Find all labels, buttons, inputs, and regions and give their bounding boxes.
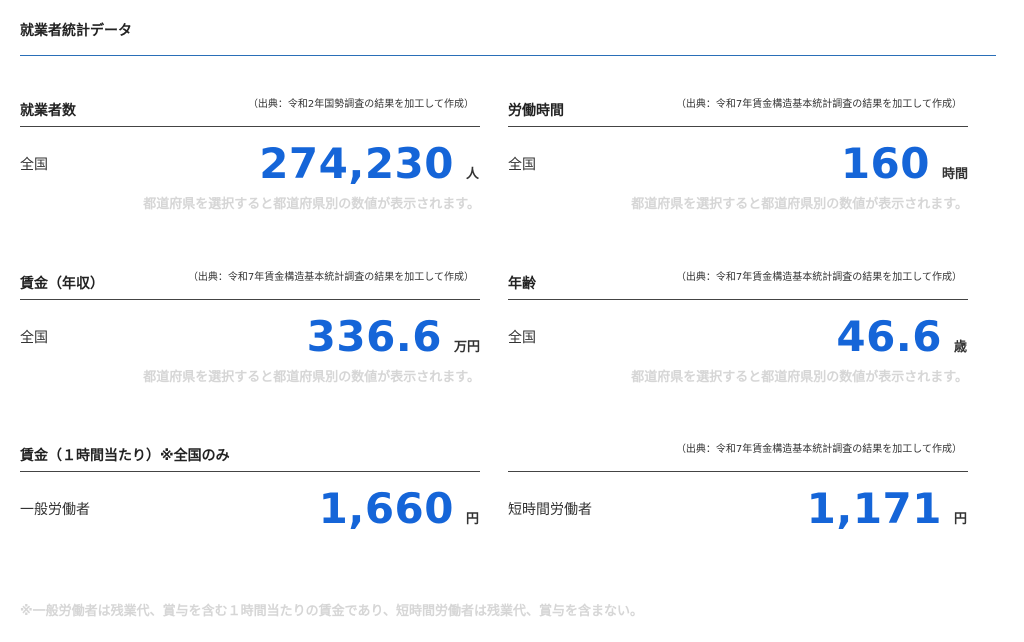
card-source: （出典：令和7年賃金構造基本統計調査の結果を加工して作成）: [675, 272, 962, 283]
card-header: 賃金（１時間当たり）※全国のみ: [20, 443, 480, 471]
card-header: 労働時間 （出典：令和7年賃金構造基本統計調査の結果を加工して作成）: [508, 98, 968, 126]
stat-unit: 円: [466, 512, 480, 527]
card-source: （出典：令和7年賃金構造基本統計調査の結果を加工して作成）: [675, 444, 962, 455]
card-title: 労働時間: [508, 103, 564, 119]
stat-value: 46.6: [836, 312, 942, 361]
stat-row: 一般労働者 1,660 円: [20, 472, 480, 546]
card-header: 年齢 （出典：令和7年賃金構造基本統計調査の結果を加工して作成）: [508, 271, 968, 299]
stat-row: 短時間労働者 1,171 円: [508, 472, 968, 546]
card-source: （出典：令和7年賃金構造基本統計調査の結果を加工して作成）: [675, 99, 962, 110]
card-source: （出典：令和7年賃金構造基本統計調査の結果を加工して作成）: [187, 272, 474, 283]
card-title: 賃金（１時間当たり）※全国のみ: [20, 448, 230, 464]
stat-value: 336.6: [306, 312, 442, 361]
card-age: 年齢 （出典：令和7年賃金構造基本統計調査の結果を加工して作成） 全国 46.6…: [508, 271, 968, 385]
footnote: ※一般労働者は残業代、賞与を含む１時間当たりの賃金であり、短時間労働者は残業代、…: [20, 604, 643, 619]
stat-value-group: 336.6 万円: [307, 316, 480, 358]
stat-unit: 人: [466, 167, 480, 182]
stat-value: 274,230: [259, 139, 454, 188]
stat-label: 全国: [20, 330, 48, 346]
stat-row: 全国 46.6 歳: [508, 300, 968, 374]
stat-unit: 時間: [941, 167, 968, 182]
stat-value: 1,660: [318, 484, 454, 533]
card-source: （出典：令和2年国勢調査の結果を加工して作成）: [247, 99, 474, 110]
stat-label: 全国: [508, 157, 536, 173]
card-title: 就業者数: [20, 103, 76, 119]
stat-value-group: 1,660 円: [319, 488, 480, 530]
section-title: 就業者統計データ: [20, 23, 132, 39]
card-employed-persons: 就業者数 （出典：令和2年国勢調査の結果を加工して作成） 全国 274,230 …: [20, 98, 480, 212]
card-title: 賃金（年収）: [20, 276, 104, 292]
card-header: 賃金（年収） （出典：令和7年賃金構造基本統計調査の結果を加工して作成）: [20, 271, 480, 299]
stat-value-group: 274,230 人: [259, 143, 480, 185]
section-divider: [20, 55, 996, 56]
card-title: 年齢: [508, 276, 536, 292]
stat-value: 1,171: [806, 484, 942, 533]
card-header: 就業者数 （出典：令和2年国勢調査の結果を加工して作成）: [20, 98, 480, 126]
stat-unit: 円: [954, 512, 968, 527]
stat-value: 160: [840, 139, 930, 188]
stat-row: 全国 274,230 人: [20, 127, 480, 201]
stat-label: 一般労働者: [20, 502, 90, 518]
stat-label: 全国: [508, 330, 536, 346]
card-hourly-wage-general: 賃金（１時間当たり）※全国のみ 一般労働者 1,660 円: [20, 443, 480, 546]
card-working-hours: 労働時間 （出典：令和7年賃金構造基本統計調査の結果を加工して作成） 全国 16…: [508, 98, 968, 212]
stat-row: 全国 336.6 万円: [20, 300, 480, 374]
stat-row: 全国 160 時間: [508, 127, 968, 201]
stat-unit: 万円: [453, 340, 480, 355]
card-header: （出典：令和7年賃金構造基本統計調査の結果を加工して作成）: [508, 443, 968, 471]
stat-label: 全国: [20, 157, 48, 173]
stat-unit: 歳: [954, 340, 968, 355]
stat-value-group: 46.6 歳: [836, 316, 968, 358]
stat-value-group: 160 時間: [841, 143, 968, 185]
card-annual-wage: 賃金（年収） （出典：令和7年賃金構造基本統計調査の結果を加工して作成） 全国 …: [20, 271, 480, 385]
stat-label: 短時間労働者: [508, 502, 592, 518]
stat-value-group: 1,171 円: [807, 488, 968, 530]
card-hourly-wage-part-time: （出典：令和7年賃金構造基本統計調査の結果を加工して作成） 短時間労働者 1,1…: [508, 443, 968, 546]
